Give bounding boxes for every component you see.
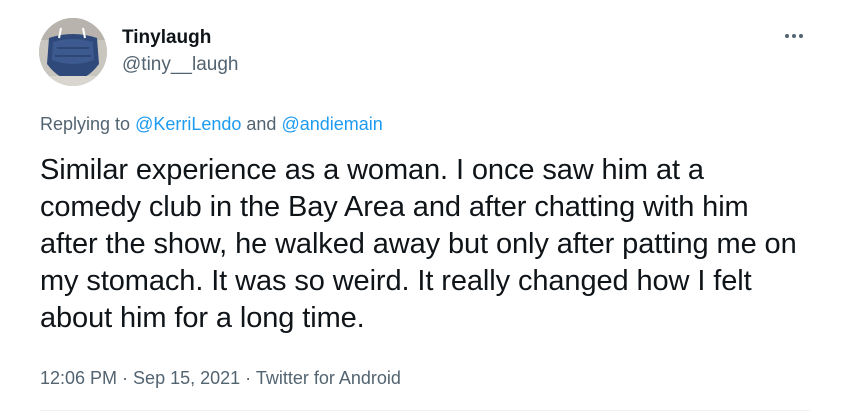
more-options-button[interactable]	[780, 26, 808, 46]
tweet-date[interactable]: Sep 15, 2021	[133, 368, 240, 388]
more-horizontal-icon	[785, 34, 803, 38]
author-block: Tinylaugh @tiny__laugh	[122, 26, 238, 78]
dot	[785, 34, 789, 38]
mention-link-kerrilendo[interactable]: @KerriLendo	[135, 114, 241, 134]
meta-separator: ·	[240, 368, 256, 388]
tweet-text: Similar experience as a woman. I once sa…	[40, 154, 797, 334]
tweet-time[interactable]: 12:06 PM	[40, 368, 117, 388]
replying-prefix: Replying to	[40, 114, 136, 134]
tweet-card: Tinylaugh @tiny__laugh Replying to @Kerr…	[0, 0, 850, 414]
tweet-source[interactable]: Twitter for Android	[256, 368, 401, 388]
divider	[40, 410, 810, 411]
meta-separator: ·	[117, 368, 134, 388]
replying-to-line: Replying to @KerriLendo and @andiemain	[40, 112, 383, 136]
dot	[792, 34, 796, 38]
display-name[interactable]: Tinylaugh	[122, 26, 238, 50]
avatar[interactable]	[39, 18, 107, 86]
mention-link-andiemain[interactable]: @andiemain	[281, 114, 382, 134]
user-handle[interactable]: @tiny__laugh	[122, 52, 238, 78]
dot	[799, 34, 803, 38]
tweet-metadata: 12:06 PM · Sep 15, 2021 · Twitter for An…	[40, 366, 401, 390]
replying-conjunction: and	[241, 114, 282, 134]
avatar-image	[39, 18, 107, 86]
